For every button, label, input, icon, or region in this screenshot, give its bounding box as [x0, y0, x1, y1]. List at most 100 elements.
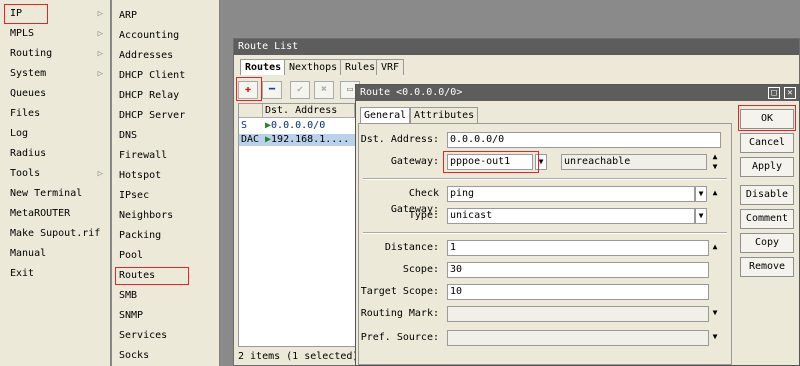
column-header-flags[interactable] — [239, 104, 263, 118]
tab-routes[interactable]: Routes — [240, 59, 287, 75]
tab-rules[interactable]: Rules — [340, 59, 381, 75]
type-field[interactable]: unicast — [447, 208, 695, 224]
routing-mark-field[interactable] — [447, 306, 709, 322]
dst-address-label: Dst. Address: — [360, 134, 439, 145]
submenu-item-addresses[interactable]: Addresses — [112, 46, 219, 66]
status-bar: 2 items (1 selected) — [238, 351, 359, 362]
route-dialog: Route <0.0.0.0/0> □ ✕ General Attributes… — [355, 84, 800, 366]
minus-icon: ━ — [268, 84, 276, 95]
menu-item-files[interactable]: Files — [0, 104, 111, 124]
target-scope-label: Target Scope: — [360, 286, 439, 297]
dropdown-icon[interactable]: ▼ — [709, 332, 721, 341]
apply-button[interactable]: Apply — [740, 157, 794, 177]
updown-icon[interactable]: ▲ ▼ — [709, 152, 721, 172]
close-icon[interactable]: ✕ — [784, 87, 796, 99]
submenu-item-dns[interactable]: DNS — [112, 126, 219, 146]
menu-item-routing[interactable]: Routing ▷ — [0, 44, 111, 64]
submenu-item-arp[interactable]: ARP — [112, 6, 219, 26]
tab-nexthops[interactable]: Nexthops — [284, 59, 343, 75]
pref-source-field[interactable] — [447, 330, 709, 346]
route-flags: DAC — [241, 134, 260, 145]
general-panel: Dst. Address: 0.0.0.0/0 Gateway: pppoe-o… — [358, 123, 732, 365]
submenu-item-hotspot[interactable]: Hotspot — [112, 166, 219, 186]
target-scope-field[interactable]: 10 — [447, 284, 709, 300]
column-header-dst-address[interactable]: Dst. Address — [263, 104, 355, 118]
tab-attributes[interactable]: Attributes — [410, 107, 479, 123]
gateway-label: Gateway: — [390, 156, 439, 167]
submenu-item-smb[interactable]: SMB — [112, 286, 219, 306]
remove-button[interactable]: ━ — [262, 81, 282, 99]
menu-item-new-terminal[interactable]: New Terminal — [0, 184, 111, 204]
table-row[interactable]: S ▶0.0.0.0/0 — [239, 120, 355, 132]
submenu-arrow-icon: ▷ — [97, 29, 103, 39]
ip-submenu: ARP Accounting Addresses DHCP Client DHC… — [112, 0, 220, 366]
type-label: Type: — [408, 210, 439, 221]
submenu-item-pool[interactable]: Pool — [112, 246, 219, 266]
submenu-arrow-icon: ▷ — [97, 169, 103, 179]
submenu-item-dhcp-relay[interactable]: DHCP Relay — [112, 86, 219, 106]
route-flags: S — [241, 120, 248, 131]
routes-table: Dst. Address S ▶0.0.0.0/0 DAC ▶192.168.1… — [238, 103, 356, 347]
enable-button[interactable]: ✔ — [290, 81, 310, 99]
disable-button[interactable]: Disable — [740, 185, 794, 205]
distance-field[interactable]: 1 — [447, 240, 709, 256]
pref-source-label: Pref. Source: — [360, 332, 439, 343]
copy-button[interactable]: Copy — [740, 233, 794, 253]
highlight-box — [115, 267, 189, 285]
expand-up-icon[interactable]: ▲ — [709, 188, 721, 197]
remove-button[interactable]: Remove — [740, 257, 794, 277]
submenu-arrow-icon: ▷ — [97, 9, 103, 19]
menu-item-tools[interactable]: Tools ▷ — [0, 164, 111, 184]
dst-address-field[interactable]: 0.0.0.0/0 — [447, 132, 721, 148]
menu-item-make-supout[interactable]: Make Supout.rif — [0, 224, 111, 244]
route-dst: ▶192.168.1.... — [265, 134, 350, 145]
routing-mark-label: Routing Mark: — [360, 308, 439, 319]
submenu-arrow-icon: ▷ — [97, 69, 103, 79]
scope-field[interactable]: 30 — [447, 262, 709, 278]
dropdown-icon[interactable]: ▼ — [709, 308, 721, 317]
divider — [363, 178, 727, 180]
distance-label: Distance: — [384, 242, 439, 253]
check-icon: ✔ — [296, 84, 304, 95]
menu-item-queues[interactable]: Queues — [0, 84, 111, 104]
table-row[interactable]: DAC ▶192.168.1.... — [239, 134, 355, 146]
submenu-item-socks[interactable]: Socks — [112, 346, 219, 366]
tab-vrf[interactable]: VRF — [376, 59, 405, 75]
restore-icon[interactable]: □ — [768, 87, 780, 99]
gateway-state: unreachable — [561, 154, 707, 170]
highlight-box — [4, 4, 48, 24]
submenu-item-firewall[interactable]: Firewall — [112, 146, 219, 166]
check-gateway-dropdown-icon[interactable]: ▼ — [695, 186, 707, 202]
divider — [363, 232, 727, 234]
menu-item-exit[interactable]: Exit — [0, 264, 111, 284]
submenu-item-dhcp-client[interactable]: DHCP Client — [112, 66, 219, 86]
menu-item-radius[interactable]: Radius — [0, 144, 111, 164]
comment-button[interactable]: Comment — [740, 209, 794, 229]
check-gateway-label: Check Gateway: — [390, 188, 439, 215]
comment-icon: ▭ — [346, 84, 354, 95]
submenu-item-neighbors[interactable]: Neighbors — [112, 206, 219, 226]
disable-button[interactable]: ✖ — [314, 81, 334, 99]
submenu-item-accounting[interactable]: Accounting — [112, 26, 219, 46]
submenu-arrow-icon: ▷ — [97, 49, 103, 59]
highlight-box — [738, 105, 796, 131]
submenu-item-packing[interactable]: Packing — [112, 226, 219, 246]
type-dropdown-icon[interactable]: ▼ — [695, 208, 707, 224]
submenu-item-ipsec[interactable]: IPsec — [112, 186, 219, 206]
menu-item-log[interactable]: Log — [0, 124, 111, 144]
submenu-item-services[interactable]: Services — [112, 326, 219, 346]
route-list-title: Route List — [234, 39, 799, 55]
submenu-item-snmp[interactable]: SNMP — [112, 306, 219, 326]
x-icon: ✖ — [320, 84, 328, 95]
route-dst: ▶0.0.0.0/0 — [265, 120, 326, 131]
tab-general[interactable]: General — [360, 107, 411, 123]
check-gateway-field[interactable]: ping — [447, 186, 695, 202]
menu-item-system[interactable]: System ▷ — [0, 64, 111, 84]
menu-item-metarouter[interactable]: MetaROUTER — [0, 204, 111, 224]
highlight-box — [443, 151, 539, 173]
cancel-button[interactable]: Cancel — [740, 133, 794, 153]
menu-item-manual[interactable]: Manual — [0, 244, 111, 264]
submenu-item-dhcp-server[interactable]: DHCP Server — [112, 106, 219, 126]
expand-up-icon[interactable]: ▲ — [709, 242, 721, 251]
menu-item-mpls[interactable]: MPLS ▷ — [0, 24, 111, 44]
